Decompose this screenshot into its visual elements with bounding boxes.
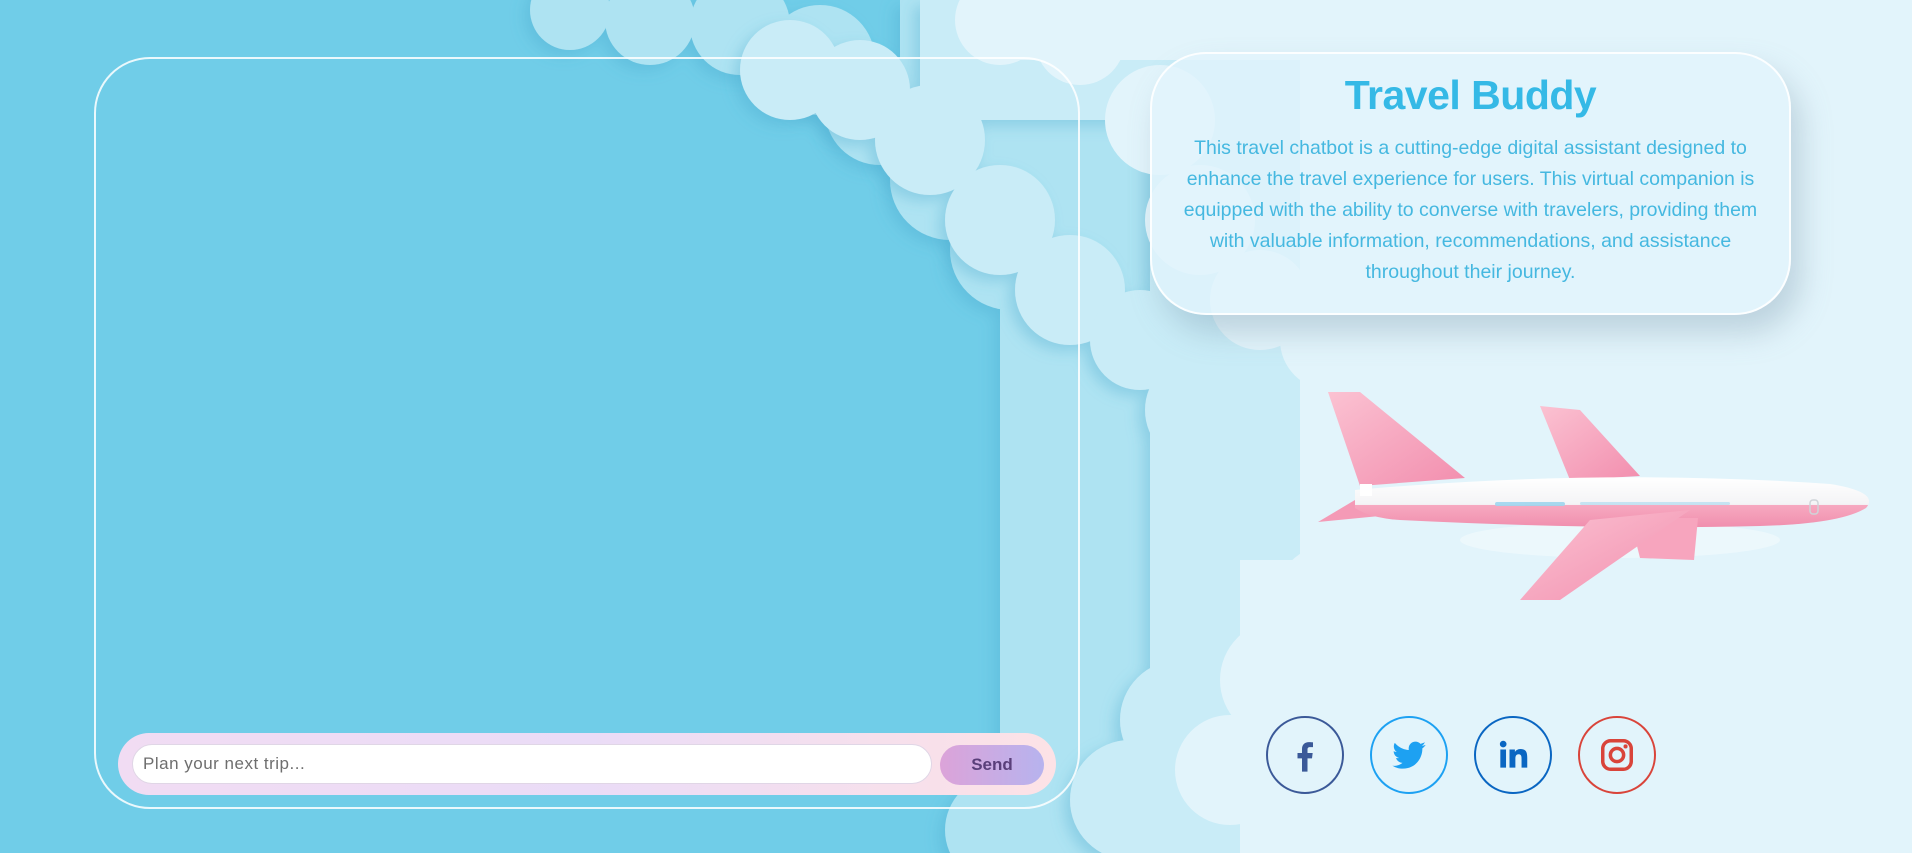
chat-messages-area[interactable] <box>116 79 1058 717</box>
instagram-icon <box>1601 739 1633 771</box>
app-title: Travel Buddy <box>1344 72 1597 118</box>
linkedin-button[interactable] <box>1474 716 1552 794</box>
instagram-button[interactable] <box>1578 716 1656 794</box>
facebook-icon <box>1297 742 1313 772</box>
chat-input-bar: Send <box>118 733 1056 795</box>
linkedin-icon <box>1499 740 1528 768</box>
app-description: This travel chatbot is a cutting-edge di… <box>1183 137 1758 283</box>
chat-panel <box>94 57 1080 809</box>
info-card: Travel Buddy This travel chatbot is a cu… <box>1150 52 1791 315</box>
chat-input[interactable] <box>132 744 932 784</box>
twitter-button[interactable] <box>1370 716 1448 794</box>
facebook-button[interactable] <box>1266 716 1344 794</box>
send-button[interactable]: Send <box>940 745 1044 785</box>
twitter-icon <box>1392 741 1426 769</box>
